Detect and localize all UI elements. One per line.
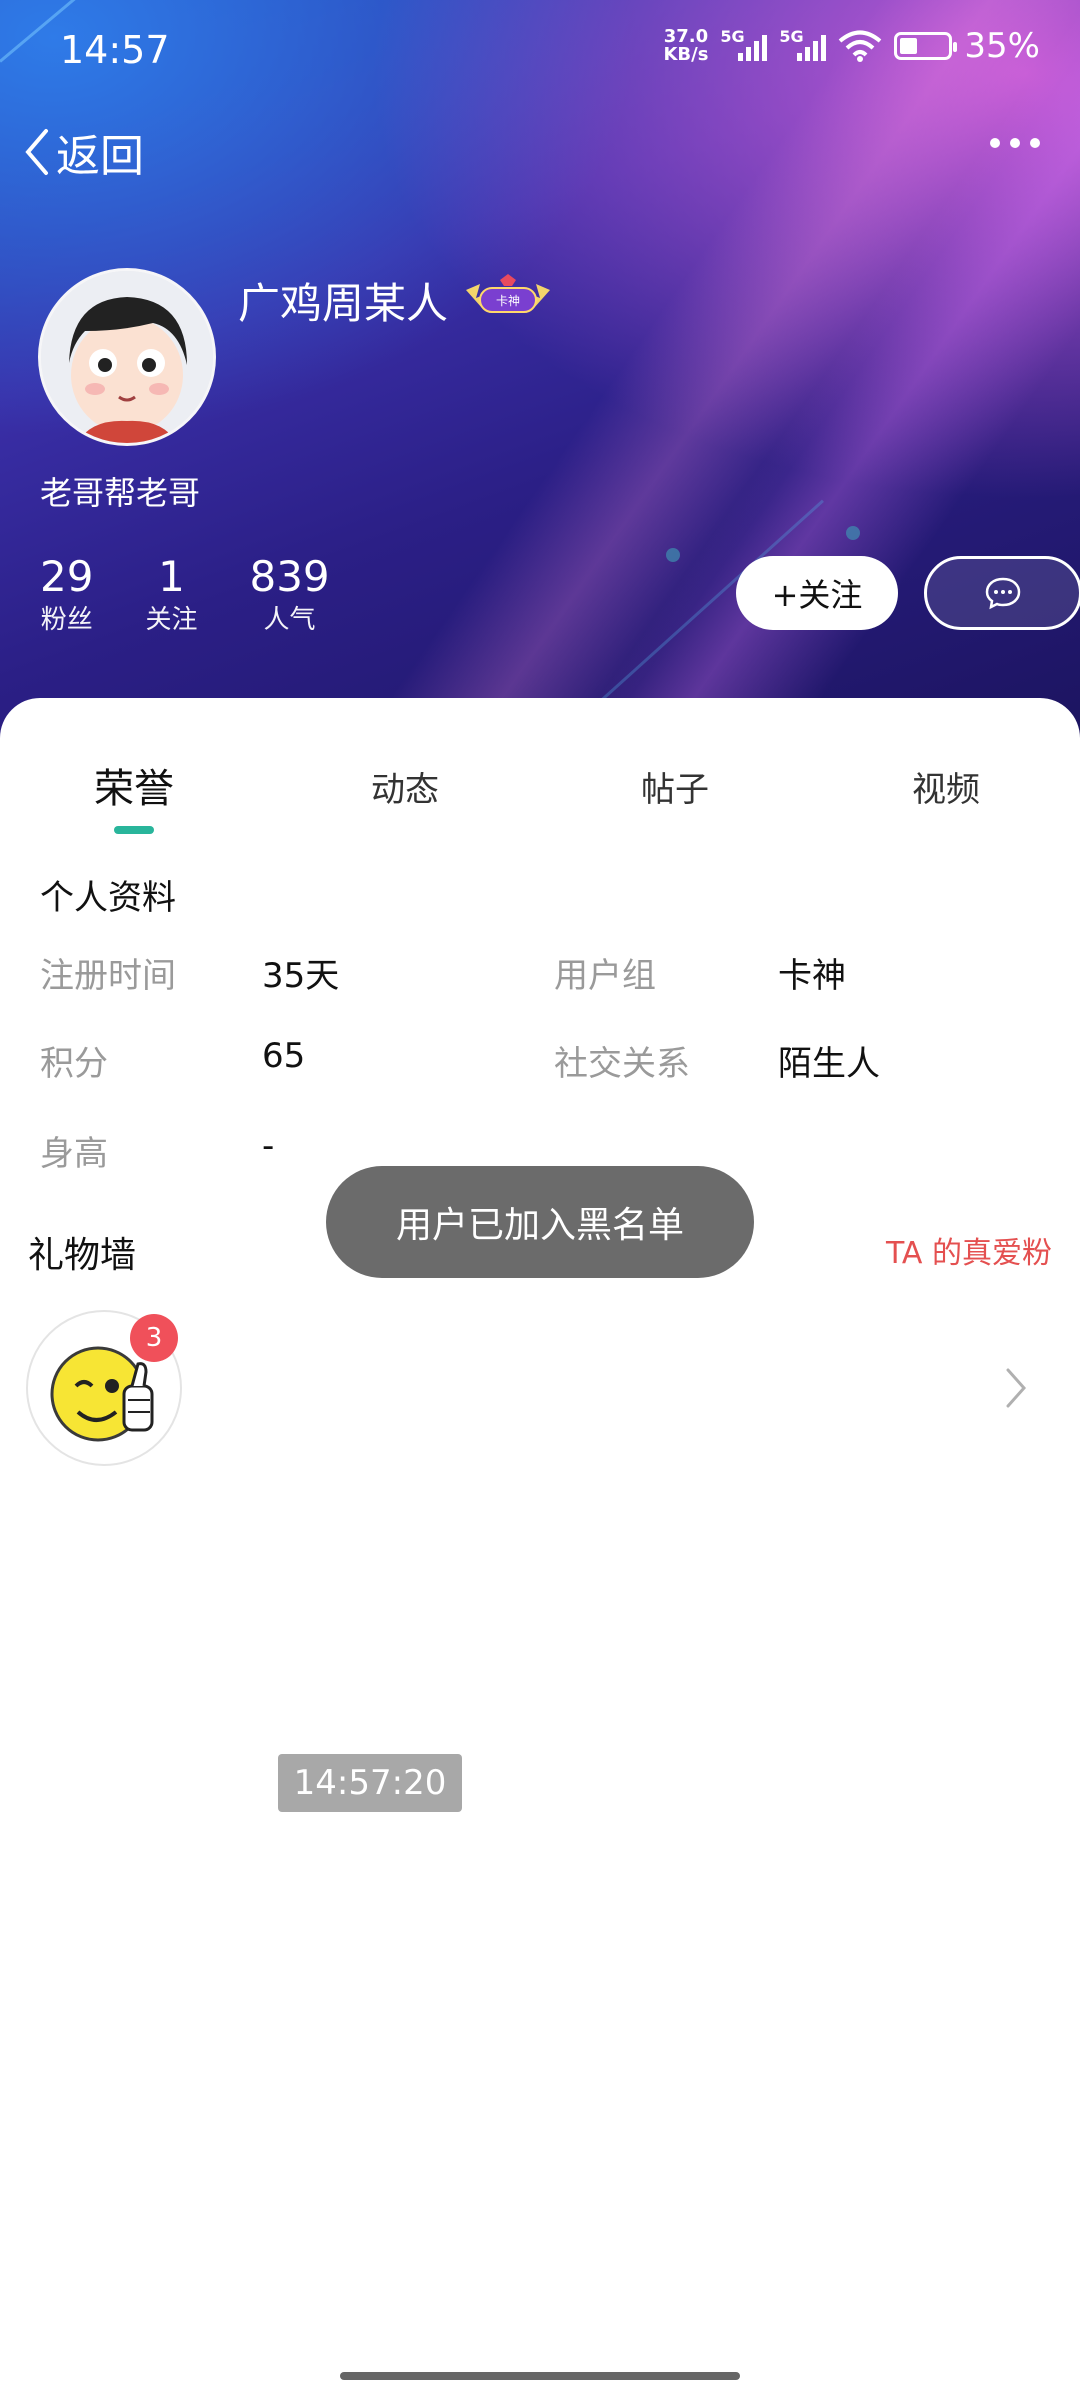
- more-dots-icon: [990, 138, 1000, 148]
- info-key: 积分: [40, 1036, 108, 1085]
- avatar[interactable]: [38, 268, 216, 446]
- back-button[interactable]: 返回: [22, 120, 144, 184]
- info-value: 65: [262, 1036, 305, 1076]
- info-value: 陌生人: [778, 1036, 880, 1085]
- info-value: 35天: [262, 948, 339, 997]
- status-bar: 14:57 37.0 KB/s 5G 5G 35%: [0, 0, 1080, 100]
- sim2-label: 5G: [779, 27, 804, 46]
- battery-icon: [894, 32, 958, 60]
- info-key: 注册时间: [40, 948, 176, 997]
- info-value-user-group: 卡神: [778, 956, 846, 996]
- info-key-user-group: 用户组: [554, 956, 656, 996]
- info-key-points: 积分: [40, 1044, 108, 1084]
- info-key: 身高: [40, 1126, 108, 1175]
- chevron-left-icon: [25, 129, 48, 175]
- info-key-register-time: 注册时间: [40, 956, 176, 996]
- wifi-icon: [839, 30, 882, 62]
- username: 广鸡周某人: [238, 279, 449, 328]
- stat-value: 839: [249, 552, 330, 601]
- info-value-height: -: [262, 1126, 275, 1166]
- stat-popularity[interactable]: 839 人气: [249, 552, 329, 638]
- info-key: 社交关系: [554, 1036, 690, 1085]
- info-value: -: [262, 1126, 274, 1166]
- gift-wall-title: 礼物墙: [28, 1235, 137, 1276]
- network-speed-unit: KB/s: [663, 44, 709, 65]
- info-key-height: 身高: [40, 1134, 108, 1174]
- sim1-label: 5G: [720, 27, 745, 46]
- true-fans-link[interactable]: TA 的真爱粉: [886, 1228, 1052, 1272]
- stat-fans[interactable]: 29 粉丝: [40, 552, 93, 638]
- stat-value: 1: [158, 552, 185, 601]
- tab-honor[interactable]: 荣誉: [94, 756, 174, 814]
- profile-stats: 29 粉丝 1 关注 839 人气: [40, 552, 330, 638]
- chat-bubble-icon: [985, 577, 1021, 610]
- stat-value: 29: [40, 552, 94, 601]
- battery-percent: 35%: [964, 26, 1040, 66]
- network-speed: 37.0 KB/s: [663, 28, 708, 64]
- tab-activity[interactable]: 动态: [371, 762, 439, 811]
- signal-sim1-icon: 5G: [720, 27, 768, 61]
- decor-dot: [666, 548, 680, 562]
- back-label: 返回: [56, 131, 144, 182]
- more-dots-icon: [1010, 138, 1020, 148]
- follow-button[interactable]: +关注: [736, 556, 898, 630]
- info-key-relationship: 社交关系: [554, 1044, 690, 1084]
- more-button[interactable]: [990, 138, 1040, 148]
- tab-bar: 荣誉 动态 帖子 视频: [0, 756, 1080, 836]
- badge-text: 卡神: [496, 294, 520, 308]
- toast-message: 用户已加入黑名单: [326, 1166, 754, 1278]
- user-signature: 老哥帮老哥: [40, 474, 201, 512]
- info-key: 用户组: [554, 948, 656, 997]
- tab-videos[interactable]: 视频: [912, 762, 980, 811]
- status-time: 14:57: [60, 28, 170, 72]
- avatar-cartoon-icon: [41, 271, 213, 443]
- home-indicator[interactable]: [340, 2372, 740, 2380]
- info-value-register-time: 35天: [262, 956, 340, 996]
- stat-following[interactable]: 1 关注: [145, 552, 197, 638]
- more-dots-icon: [1030, 138, 1040, 148]
- message-button[interactable]: [924, 556, 1080, 630]
- user-level-badge-icon: 卡神: [466, 274, 550, 313]
- info-value: 卡神: [778, 948, 846, 997]
- decor-dot: [846, 526, 860, 540]
- personal-info-title: 个人资料: [40, 878, 176, 918]
- info-value-points: 65: [262, 1036, 306, 1076]
- status-icons: 37.0 KB/s 5G 5G 35%: [663, 26, 1040, 66]
- profile-content-sheet: 荣誉 动态 帖子 视频 个人资料 注册时间 35天 用户组 卡神 积分 65 社…: [0, 698, 1080, 2400]
- chevron-right-icon[interactable]: [1004, 1366, 1028, 1410]
- tab-posts[interactable]: 帖子: [641, 762, 709, 811]
- tab-active-indicator: [114, 826, 154, 834]
- stat-label: 人气: [263, 605, 316, 635]
- timestamp-overlay: 14:57:20: [278, 1754, 462, 1812]
- stat-label: 粉丝: [40, 605, 93, 635]
- signal-sim2-icon: 5G: [779, 27, 827, 61]
- stat-label: 关注: [145, 605, 198, 635]
- info-value-relationship: 陌生人: [778, 1044, 880, 1084]
- gift-count-badge: 3: [130, 1314, 178, 1362]
